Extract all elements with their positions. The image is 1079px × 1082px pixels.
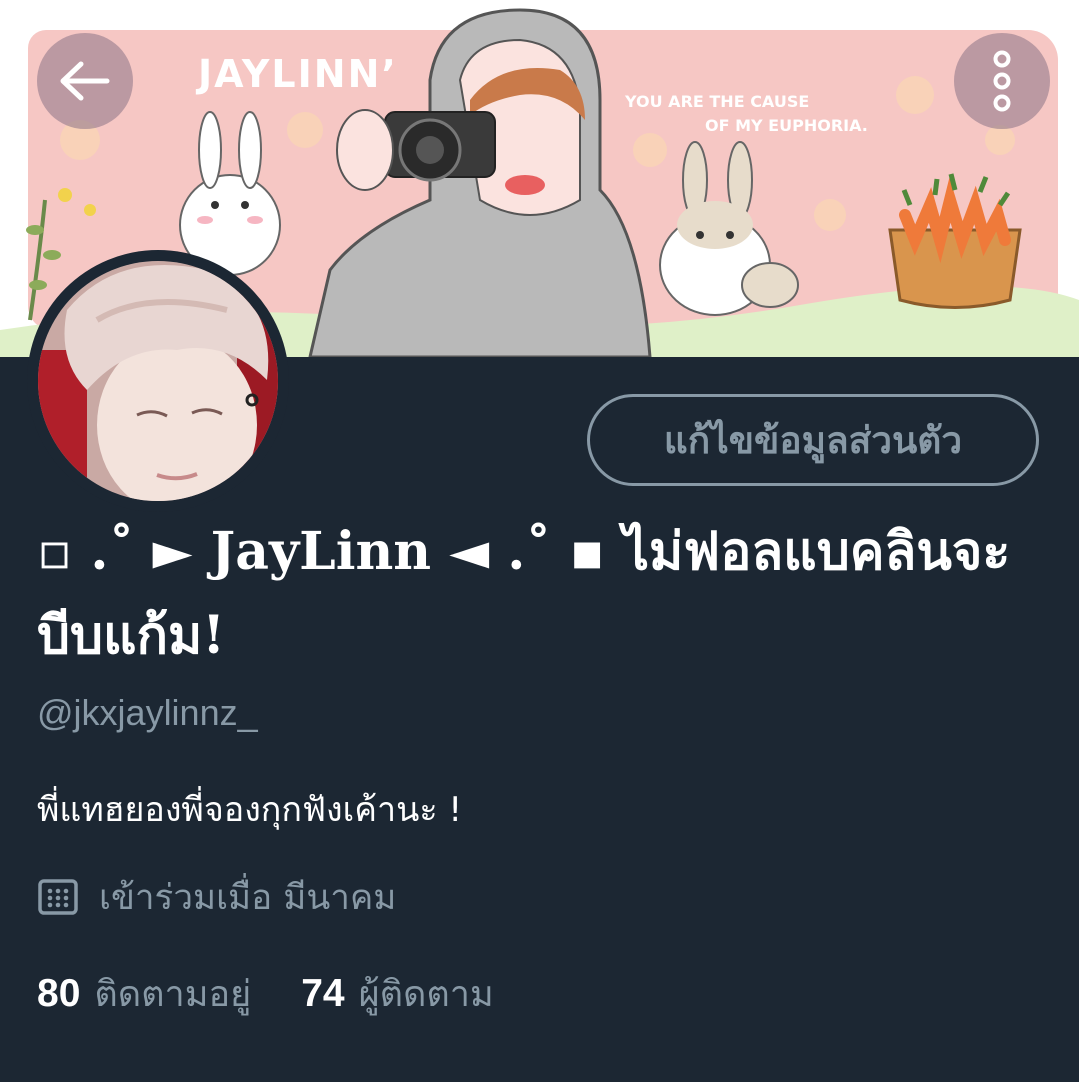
banner-tagline: YOU ARE THE CAUSE OF MY EUPHORIA. bbox=[625, 90, 885, 138]
joined-date: เข้าร่วมเมื่อ มีนาคม bbox=[37, 872, 396, 922]
banner-title: JAYLINN’ bbox=[198, 52, 398, 96]
following-count: 80 bbox=[37, 971, 81, 1015]
banner-tagline-line2: OF MY EUPHORIA. bbox=[705, 116, 868, 135]
arrow-left-icon bbox=[60, 61, 110, 101]
followers-label: ผู้ติดตาม bbox=[358, 973, 494, 1015]
calendar-icon bbox=[38, 879, 78, 915]
display-name: ▫ .˚ ► JayLinn ◄ .˚ ▪ ไม่ฟอลแบคลินจะบีบแ… bbox=[37, 521, 1011, 666]
followers-link[interactable]: 74 ผู้ติดตาม bbox=[301, 965, 494, 1022]
joined-text: เข้าร่วมเมื่อ มีนาคม bbox=[99, 877, 397, 918]
edit-profile-button[interactable]: แก้ไขข้อมูลส่วนตัว bbox=[587, 394, 1039, 486]
following-label: ติดตามอยู่ bbox=[94, 973, 252, 1015]
back-button[interactable] bbox=[37, 33, 133, 129]
following-link[interactable]: 80 ติดตามอยู่ bbox=[37, 965, 251, 1022]
profile-bio: พี่แทฮยองพี่จองกุกฟังเค้านะ ! bbox=[37, 790, 463, 830]
user-handle: @jkxjaylinnz_ bbox=[37, 692, 258, 733]
follow-stats: 80 ติดตามอยู่ 74 ผู้ติดตาม bbox=[37, 965, 494, 1021]
more-options-button[interactable] bbox=[954, 33, 1050, 129]
avatar-photo bbox=[38, 261, 278, 501]
banner-tagline-line1: YOU ARE THE CAUSE bbox=[625, 92, 810, 111]
profile-avatar[interactable] bbox=[27, 250, 289, 512]
vertical-dots-icon bbox=[993, 50, 1011, 112]
followers-count: 74 bbox=[301, 971, 345, 1015]
